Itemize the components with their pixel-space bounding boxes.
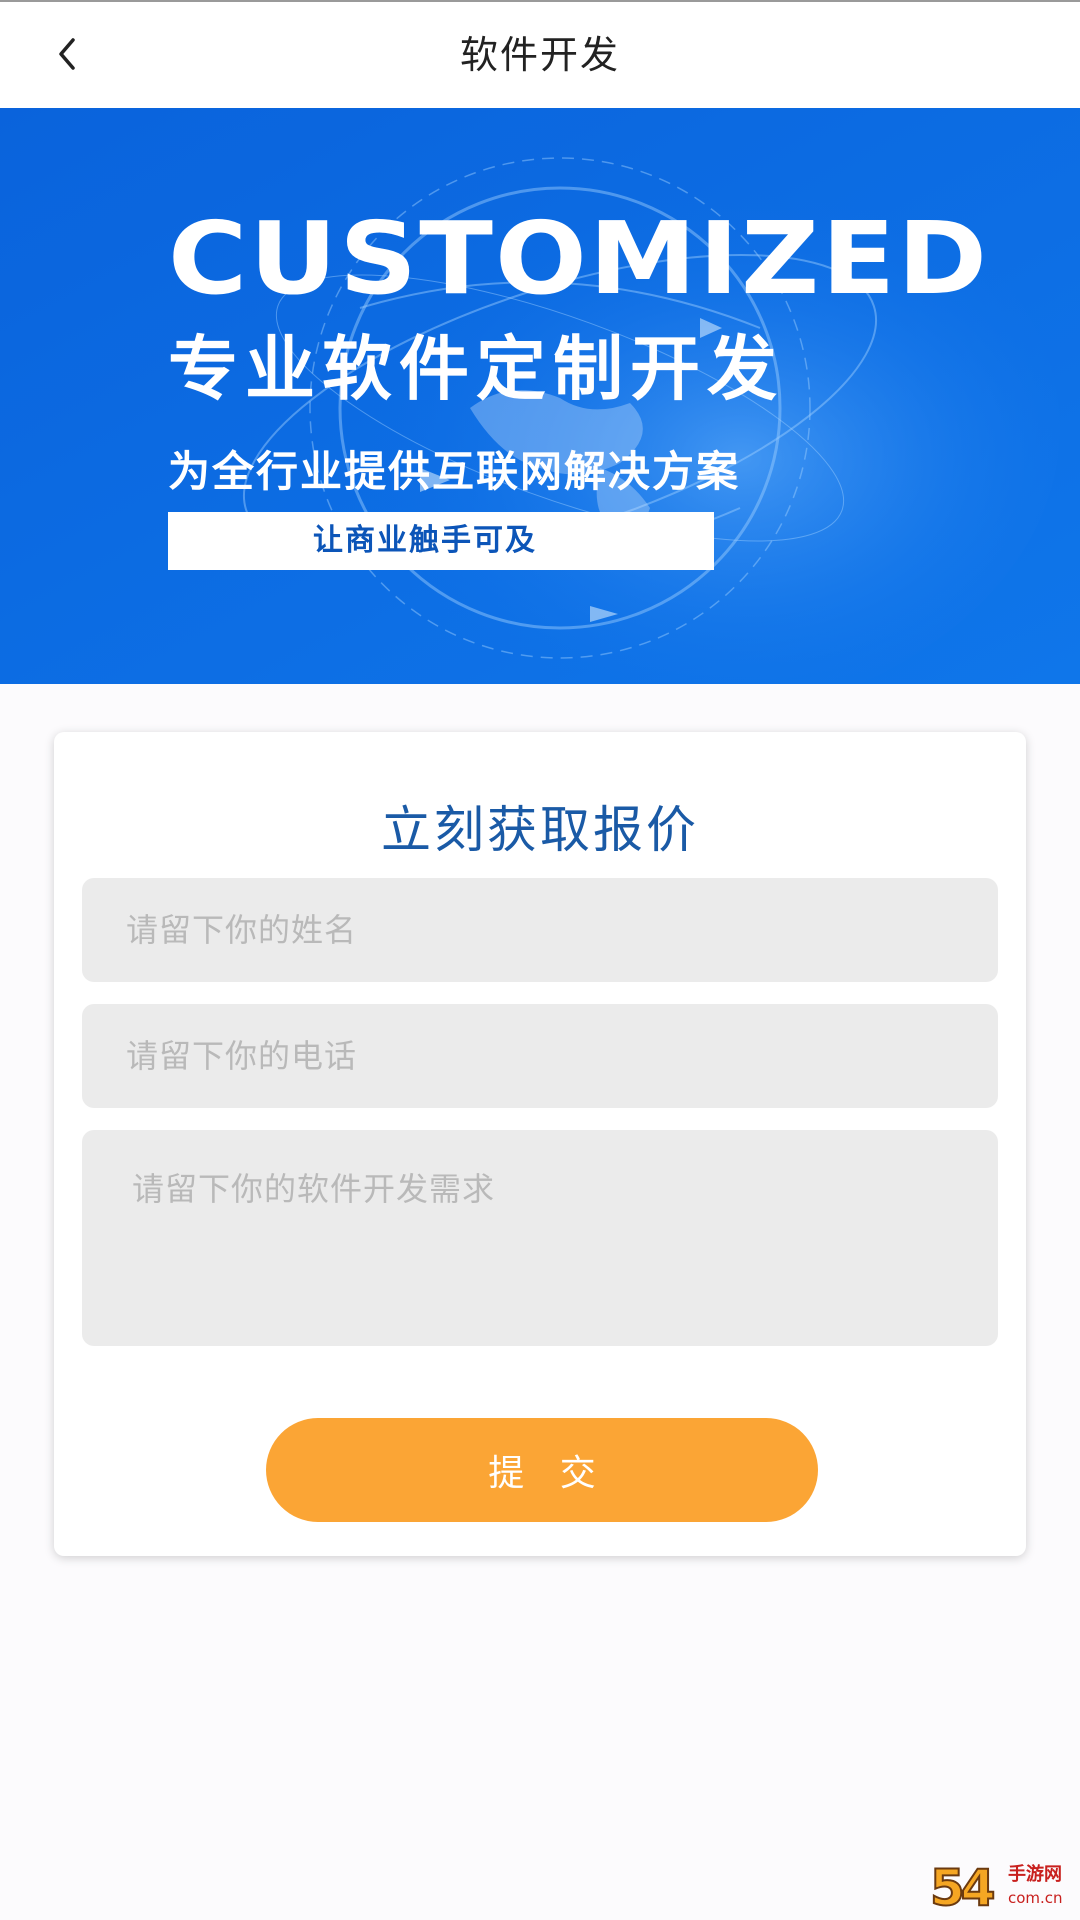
top-navbar: 软件开发 [0,0,1080,108]
quote-form-card: 立刻获取报价 提 交 [54,732,1026,1556]
watermark-logo: 54 [929,1859,997,1917]
promo-banner: CUSTOMIZED 专业软件定制开发 为全行业提供互联网解决方案 让商业触手可… [0,108,1080,684]
banner-slogan: 让商业触手可及 [168,512,714,570]
page-title: 软件开发 [459,33,620,77]
watermark-domain: com.cn [1008,1889,1063,1907]
watermark-site-name: 手游网 [1008,1864,1062,1885]
banner-subheading: 专业软件定制开发 [168,328,784,410]
phone-input[interactable] [82,1004,998,1108]
requirement-textarea[interactable] [82,1130,998,1346]
submit-button[interactable]: 提 交 [266,1418,818,1522]
banner-heading: CUSTOMIZED [168,200,990,317]
form-title: 立刻获取报价 [381,801,699,859]
name-input[interactable] [82,878,998,982]
site-watermark: 54 手游网 com.cn [929,1859,1076,1917]
banner-tagline: 为全行业提供互联网解决方案 [168,447,741,496]
